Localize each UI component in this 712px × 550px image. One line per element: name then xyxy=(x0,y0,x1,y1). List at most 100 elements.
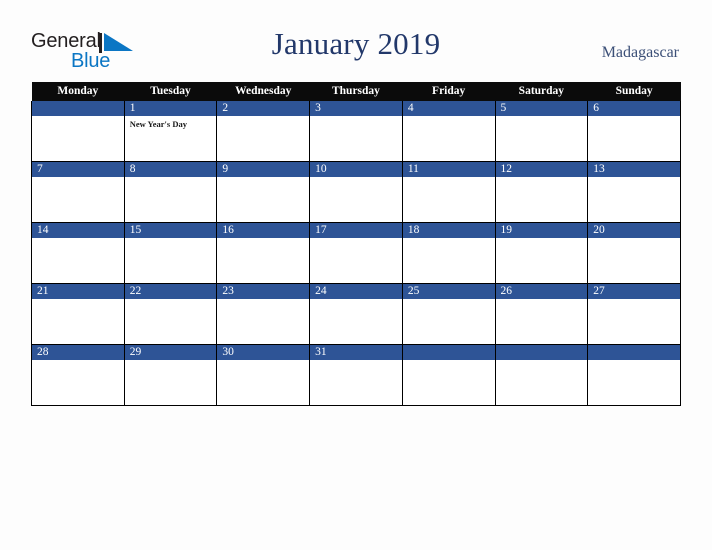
date-number: 31 xyxy=(310,345,402,360)
date-number: 20 xyxy=(588,223,680,238)
day-cell[interactable]: 14 xyxy=(31,222,125,284)
date-number: 28 xyxy=(32,345,124,360)
day-cell[interactable]: 3 xyxy=(309,101,403,162)
day-event xyxy=(403,116,495,119)
day-event xyxy=(496,238,588,241)
day-event xyxy=(588,177,680,180)
date-number: 3 xyxy=(310,101,402,116)
day-cell[interactable]: 4 xyxy=(401,101,496,162)
date-number: 6 xyxy=(588,101,680,116)
date-number: 8 xyxy=(124,162,217,177)
day-cell[interactable]: 5 xyxy=(494,101,589,162)
day-cell[interactable]: 1 New Year's Day xyxy=(123,101,218,162)
day-cell[interactable]: 8 xyxy=(123,161,218,223)
calendar-week-row: 7 8 9 10 11 12 13 xyxy=(31,161,681,223)
day-cell[interactable]: 13 xyxy=(587,161,681,223)
date-number: 19 xyxy=(495,223,588,238)
day-cell[interactable]: 28 xyxy=(31,344,125,406)
date-number: 26 xyxy=(495,284,588,299)
calendar-week-row: 1 New Year's Day 2 3 4 5 6 xyxy=(31,101,681,162)
date-number: 13 xyxy=(588,162,680,177)
day-event xyxy=(310,360,402,363)
calendar-week-row: 21 22 23 24 25 26 27 xyxy=(31,283,681,345)
weekday-header-sunday: Sunday xyxy=(587,82,681,101)
day-event xyxy=(125,360,217,363)
day-event xyxy=(403,360,495,363)
day-event xyxy=(32,238,124,241)
date-number: 10 xyxy=(310,162,402,177)
calendar-table: Monday Tuesday Wednesday Thursday Friday… xyxy=(31,82,681,406)
date-number: 29 xyxy=(124,345,217,360)
day-cell[interactable]: 24 xyxy=(309,283,403,345)
page-header: General Blue January 2019 Madagascar xyxy=(0,0,712,82)
day-cell[interactable]: 9 xyxy=(216,161,311,223)
day-cell[interactable]: 7 xyxy=(31,161,125,223)
weekday-header-saturday: Saturday xyxy=(495,82,588,101)
day-cell[interactable] xyxy=(401,344,496,406)
day-cell[interactable]: 21 xyxy=(31,283,125,345)
day-event xyxy=(310,116,402,119)
day-cell[interactable]: 31 xyxy=(309,344,403,406)
date-number: 30 xyxy=(217,345,310,360)
day-event xyxy=(496,177,588,180)
day-cell[interactable]: 18 xyxy=(401,222,496,284)
day-event xyxy=(125,299,217,302)
day-event xyxy=(310,177,402,180)
day-cell[interactable]: 29 xyxy=(123,344,218,406)
date-number: 9 xyxy=(217,162,310,177)
day-event xyxy=(310,238,402,241)
weekday-header-tuesday: Tuesday xyxy=(124,82,217,101)
date-number: 5 xyxy=(495,101,588,116)
weekday-header-monday: Monday xyxy=(31,82,125,101)
calendar-body: 1 New Year's Day 2 3 4 5 6 7 8 9 10 11 12… xyxy=(31,101,681,406)
day-cell[interactable]: 30 xyxy=(216,344,311,406)
day-event xyxy=(310,299,402,302)
day-cell[interactable]: 11 xyxy=(401,161,496,223)
day-cell[interactable]: 17 xyxy=(309,222,403,284)
day-cell[interactable]: 15 xyxy=(123,222,218,284)
day-cell[interactable]: 12 xyxy=(494,161,589,223)
calendar-week-row: 14 15 16 17 18 19 20 xyxy=(31,222,681,284)
date-number: 22 xyxy=(124,284,217,299)
day-cell[interactable]: 22 xyxy=(123,283,218,345)
day-event xyxy=(125,238,217,241)
day-event xyxy=(32,360,124,363)
day-cell[interactable]: 27 xyxy=(587,283,681,345)
day-event xyxy=(588,116,680,119)
day-cell[interactable] xyxy=(587,344,681,406)
day-cell[interactable]: 16 xyxy=(216,222,311,284)
day-event xyxy=(32,116,124,119)
date-number: 18 xyxy=(402,223,495,238)
day-event xyxy=(217,177,309,180)
day-cell[interactable]: 2 xyxy=(216,101,311,162)
weekday-header-row: Monday Tuesday Wednesday Thursday Friday… xyxy=(31,82,681,101)
day-cell[interactable] xyxy=(494,344,589,406)
day-cell[interactable]: 25 xyxy=(401,283,496,345)
day-cell[interactable]: 6 xyxy=(587,101,681,162)
calendar-week-row: 28 29 30 31 xyxy=(31,344,681,406)
date-number: 24 xyxy=(310,284,402,299)
date-number: 12 xyxy=(495,162,588,177)
day-event xyxy=(125,177,217,180)
day-event xyxy=(496,360,588,363)
day-cell[interactable]: 10 xyxy=(309,161,403,223)
day-event xyxy=(217,116,309,119)
date-number xyxy=(588,345,680,360)
date-number: 27 xyxy=(588,284,680,299)
date-number: 7 xyxy=(32,162,124,177)
date-number: 1 xyxy=(124,101,217,116)
day-event xyxy=(217,238,309,241)
date-number: 23 xyxy=(217,284,310,299)
day-event xyxy=(588,299,680,302)
day-cell[interactable]: 20 xyxy=(587,222,681,284)
day-event xyxy=(496,299,588,302)
day-cell[interactable] xyxy=(31,101,125,162)
day-cell[interactable]: 23 xyxy=(216,283,311,345)
date-number: 25 xyxy=(402,284,495,299)
date-number xyxy=(32,101,124,116)
day-event xyxy=(217,299,309,302)
day-cell[interactable]: 26 xyxy=(494,283,589,345)
day-event xyxy=(32,177,124,180)
day-cell[interactable]: 19 xyxy=(494,222,589,284)
day-event xyxy=(403,177,495,180)
